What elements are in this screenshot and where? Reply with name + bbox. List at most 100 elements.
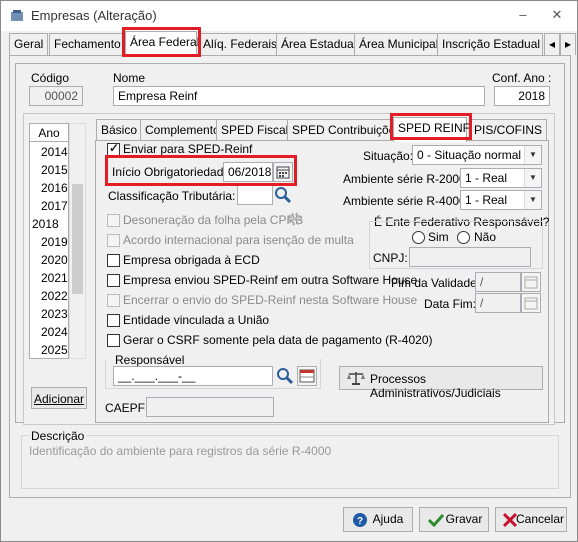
year-item[interactable]: 2020 bbox=[30, 251, 68, 269]
year-item[interactable]: 2017 bbox=[30, 197, 68, 215]
minimize-button[interactable]: ‒ bbox=[513, 7, 533, 25]
cancel-icon bbox=[502, 512, 518, 528]
chevron-down-icon: ▼ bbox=[524, 169, 541, 187]
responsavel-field[interactable]: __.___.___-__ bbox=[113, 366, 273, 386]
subtab-sped-contribuicoes[interactable]: SPED Contribuições bbox=[287, 119, 407, 141]
nao-label: Não bbox=[474, 230, 497, 244]
year-item[interactable]: 2024 bbox=[30, 323, 68, 341]
amb2000-label: Ambiente série R-2000: bbox=[343, 172, 470, 186]
ajuda-button[interactable]: ? Ajuda bbox=[343, 507, 413, 532]
cnpj-field bbox=[409, 247, 531, 267]
tab-fechamento[interactable]: Fechamento bbox=[49, 33, 126, 55]
processos-button[interactable]: Processos Administrativos/Judiciais bbox=[339, 366, 543, 400]
year-item[interactable]: 2025 bbox=[30, 341, 68, 358]
calendar-icon bbox=[521, 272, 541, 292]
adicionar-button[interactable]: Adicionar bbox=[31, 387, 87, 409]
fim-validade-field: / bbox=[475, 272, 521, 292]
enviou-outra-sh-label: Empresa enviou SPED-Reinf em outra Softw… bbox=[123, 273, 418, 287]
subtab-sped-fiscal[interactable]: SPED Fiscal bbox=[216, 119, 294, 141]
caepf-field bbox=[146, 397, 274, 417]
classificacao-label: Classificação Tributária: bbox=[108, 189, 236, 203]
entidade-uniao-label: Entidade vinculada a União bbox=[123, 313, 270, 327]
enviar-reinf-checkbox[interactable] bbox=[107, 141, 120, 156]
gear-icon[interactable] bbox=[286, 210, 304, 228]
year-item[interactable]: 2014 bbox=[30, 143, 68, 161]
window-title: Empresas (Alteração) bbox=[31, 8, 157, 23]
enviar-reinf-label: Enviar para SPED-Reinf bbox=[123, 142, 253, 156]
year-list[interactable]: Ano 2014 2015 2016 2017 2018 2019 2020 2… bbox=[29, 123, 69, 359]
tab-scroll-right-button[interactable]: ▸ bbox=[560, 33, 576, 55]
chevron-down-icon: ▼ bbox=[524, 191, 541, 209]
app-icon bbox=[11, 10, 23, 21]
year-item[interactable]: 2022 bbox=[30, 287, 68, 305]
enviou-outra-sh-checkbox[interactable] bbox=[107, 274, 120, 287]
svg-text:?: ? bbox=[357, 516, 363, 527]
classificacao-field[interactable] bbox=[237, 185, 273, 205]
adicionar-label: Adicionar bbox=[33, 392, 85, 406]
acordo-label: Acordo internacional para isenção de mul… bbox=[123, 233, 354, 247]
amb4000-select[interactable]: 1 - Real ▼ bbox=[460, 190, 542, 210]
cnpj-label: CNPJ: bbox=[373, 251, 408, 265]
desoneracao-checkbox[interactable] bbox=[107, 214, 120, 227]
nome-field[interactable]: Empresa Reinf bbox=[113, 86, 485, 106]
cancelar-button[interactable]: Cancelar bbox=[495, 507, 567, 532]
tab-aliq-federais[interactable]: Alíq. Federais bbox=[198, 33, 283, 55]
amb2000-value: 1 - Real bbox=[465, 171, 508, 185]
subtab-pis-cofins[interactable]: PIS/COFINS bbox=[469, 119, 548, 141]
tab-inscricao-estadual[interactable]: Inscrição Estadual S bbox=[437, 33, 543, 55]
tab-geral[interactable]: Geral bbox=[9, 33, 49, 55]
tab-scroll-left-button[interactable]: ◂ bbox=[544, 33, 560, 55]
entidade-uniao-checkbox[interactable] bbox=[107, 314, 120, 327]
window: Empresas (Alteração) ‒ ✕ Geral Fechament… bbox=[0, 0, 578, 542]
search-icon[interactable] bbox=[273, 185, 293, 205]
nome-label: Nome bbox=[113, 71, 146, 85]
situacao-label: Situação: bbox=[363, 149, 414, 163]
encerrar-envio-checkbox[interactable] bbox=[107, 294, 120, 307]
fim-validade-label: Fim da Validade: bbox=[391, 276, 481, 290]
year-item[interactable]: 2021 bbox=[30, 269, 68, 287]
inicio-obrigatoriedade-field[interactable]: 06/2018 bbox=[223, 162, 273, 182]
acordo-checkbox[interactable] bbox=[107, 234, 120, 247]
codigo-label: Código bbox=[31, 71, 70, 85]
csrf-checkbox[interactable] bbox=[107, 334, 120, 347]
tab-area-federal[interactable]: Área Federal bbox=[125, 31, 199, 56]
year-item[interactable]: 2019 bbox=[30, 233, 68, 251]
csrf-label: Gerar o CSRF somente pela data de pagame… bbox=[123, 333, 433, 347]
amb4000-value: 1 - Real bbox=[465, 193, 508, 207]
conf-ano-field[interactable]: 2018 bbox=[494, 86, 550, 106]
table-icon[interactable] bbox=[297, 366, 317, 386]
desoneracao-label: Desoneração da folha pela CPRB bbox=[123, 213, 304, 227]
subtab-basico[interactable]: Básico bbox=[96, 119, 143, 141]
year-item[interactable]: 2016 bbox=[30, 179, 68, 197]
close-button[interactable]: ✕ bbox=[547, 7, 567, 25]
calendar-icon[interactable] bbox=[273, 162, 293, 182]
amb2000-select[interactable]: 1 - Real ▼ bbox=[460, 168, 542, 188]
processos-label: Processos Administrativos/Judiciais bbox=[370, 372, 501, 400]
subtab-complemento[interactable]: Complemento bbox=[140, 119, 225, 141]
year-item-selected[interactable]: 2018 bbox=[30, 215, 68, 233]
help-icon: ? bbox=[353, 513, 367, 527]
year-item[interactable]: 2015 bbox=[30, 161, 68, 179]
search-icon[interactable] bbox=[275, 366, 295, 386]
calendar-icon bbox=[521, 293, 541, 313]
nao-radio[interactable] bbox=[457, 231, 470, 244]
year-item[interactable]: 2023 bbox=[30, 305, 68, 323]
situacao-select[interactable]: 0 - Situação normal ▼ bbox=[412, 145, 542, 165]
ecd-label: Empresa obrigada à ECD bbox=[123, 253, 260, 267]
year-scrollbar[interactable] bbox=[69, 123, 86, 359]
amb4000-label: Ambiente série R-4000: bbox=[343, 194, 470, 208]
tab-area-estadual[interactable]: Área Estadual bbox=[276, 33, 362, 55]
ecd-checkbox[interactable] bbox=[107, 254, 120, 267]
codigo-field: 00002 bbox=[29, 86, 83, 106]
inicio-obrigatoriedade-label: Início Obrigatoriedade: bbox=[112, 165, 234, 179]
sim-radio[interactable] bbox=[412, 231, 425, 244]
year-header: Ano bbox=[30, 124, 68, 142]
conf-ano-label: Conf. Ano : bbox=[492, 71, 552, 85]
scrollbar-thumb[interactable] bbox=[72, 184, 83, 294]
situacao-value: 0 - Situação normal bbox=[417, 148, 522, 162]
descricao-text: Identificação do ambiente para registros… bbox=[29, 444, 332, 458]
gravar-button[interactable]: Gravar bbox=[419, 507, 489, 532]
descricao-label: Descrição bbox=[29, 429, 87, 443]
tab-area-municipal[interactable]: Área Municipal bbox=[354, 33, 444, 55]
subtab-sped-reinf[interactable]: SPED REINF bbox=[393, 117, 470, 142]
